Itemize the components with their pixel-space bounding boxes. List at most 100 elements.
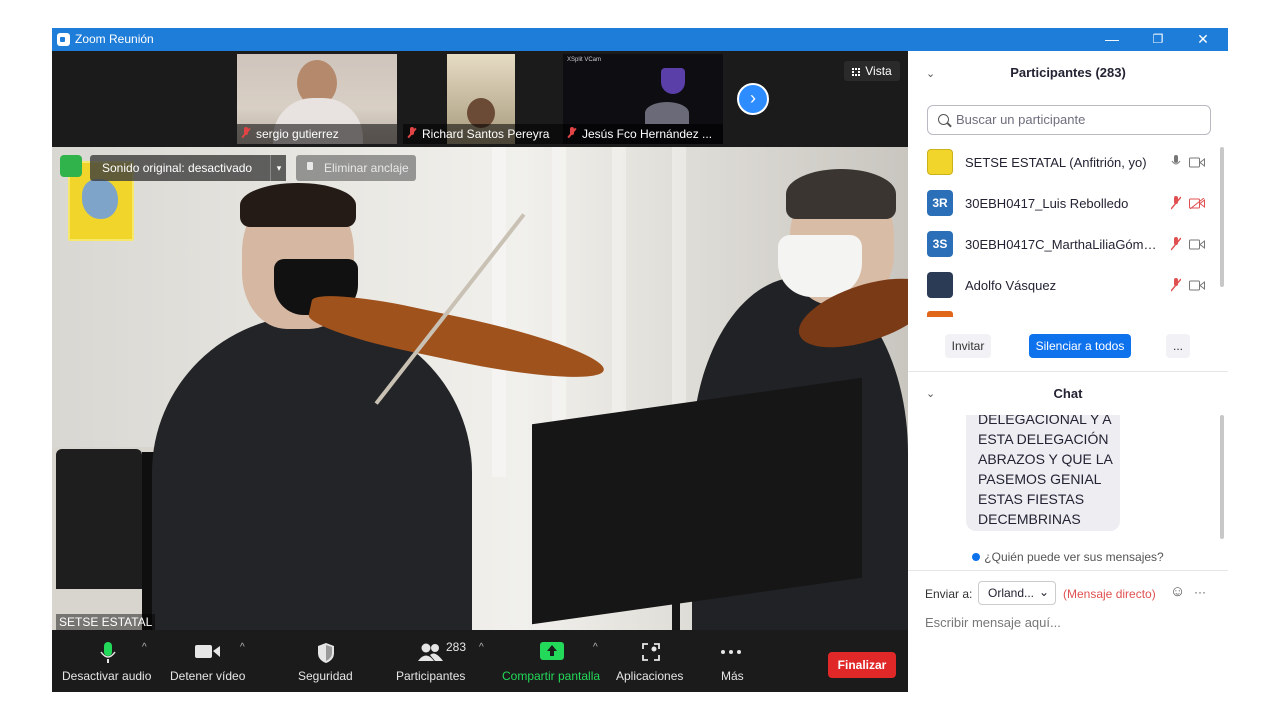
person-lock-icon [972, 553, 981, 561]
participant-thumbnail[interactable]: sergio gutierrez [237, 54, 397, 144]
video-camera-icon [195, 645, 220, 658]
xsplit-watermark: XSplit VCam [567, 57, 602, 63]
panel-divider [908, 371, 1228, 372]
shield-icon [318, 643, 334, 663]
apps-icon [642, 643, 660, 661]
view-button-label: Vista [865, 64, 892, 78]
participants-count: 283 [446, 640, 467, 654]
who-can-see-link[interactable]: ¿Quién puede ver sus mensajes? [908, 550, 1228, 564]
music-stand-post [672, 587, 680, 630]
unpin-label: Eliminar anclaje [324, 161, 409, 175]
encryption-shield-icon [60, 155, 82, 177]
avatar: 3R [927, 190, 953, 216]
share-screen-label: Compartir pantalla [502, 669, 601, 683]
thumbnail-name: Jesús Fco Hernández ... [582, 127, 713, 141]
thumbnail-name: sergio gutierrez [256, 127, 339, 141]
microphone-icon[interactable] [1171, 155, 1181, 169]
grid-icon [852, 68, 861, 76]
avatar [927, 272, 953, 298]
chat-scrollbar[interactable] [1220, 415, 1224, 539]
coffee-maker [56, 449, 142, 589]
participant-row[interactable]: SETSE ESTATAL (Anfitrión, yo) [927, 143, 1213, 183]
who-can-see-label: ¿Quién puede ver sus mensajes? [984, 550, 1164, 564]
search-icon [938, 114, 949, 125]
title-bar: Zoom Reunión — ❐ ✕ [52, 28, 1228, 51]
direct-message-label: (Mensaje directo) [1063, 587, 1156, 601]
chat-message-bubble: DELEGACIONAL Y A ESTA DELEGACIÓN ABRAZOS… [966, 415, 1120, 531]
original-sound-caret[interactable]: ▾ [270, 155, 287, 181]
zoom-app-icon [57, 33, 70, 46]
recipient-dropdown[interactable]: Orland... ⌄ [978, 581, 1056, 605]
video-camera-icon[interactable] [1189, 157, 1205, 168]
video-options-caret[interactable]: ^ [240, 642, 245, 653]
participants-label: Participantes [396, 669, 466, 683]
share-screen-icon [540, 642, 564, 660]
participant-row[interactable]: 3S 30EBH0417C_MarthaLiliaGómez... [927, 225, 1213, 265]
participant-thumbnail[interactable]: XSplit VCam Jesús Fco Hernández ... [563, 54, 723, 144]
restore-button[interactable]: ❐ [1135, 28, 1181, 51]
participant-row[interactable]: 3R 30EBH0417_Luis Rebolledo [927, 184, 1213, 224]
thumbnail-strip: sergio gutierrez Richard Santos Pereyra … [52, 51, 908, 147]
side-panel: ⌄ Participantes (283) Buscar un particip… [908, 51, 1228, 692]
original-sound-button[interactable]: Sonido original: desactivado [90, 155, 286, 181]
participant-thumbnail[interactable]: Richard Santos Pereyra [403, 54, 563, 144]
pin-icon [307, 162, 313, 170]
thumbnail-name-bar: sergio gutierrez [237, 124, 397, 144]
microphone-muted-icon[interactable] [1171, 196, 1181, 210]
view-button[interactable]: Vista [844, 61, 900, 81]
participants-options-caret[interactable]: ^ [479, 642, 484, 653]
participant-row[interactable]: Adolfo Vásquez [927, 266, 1213, 306]
participant-name: 30EBH0417C_MarthaLiliaGómez... [965, 237, 1161, 252]
audio-options-caret[interactable]: ^ [142, 642, 147, 653]
microphone-muted-icon[interactable] [1171, 278, 1181, 292]
video-camera-icon[interactable] [1189, 239, 1205, 250]
recipient-value: Orland... [988, 586, 1035, 600]
chat-more-icon[interactable]: ··· [1194, 585, 1206, 599]
curtain-fold [492, 147, 506, 477]
emoji-icon[interactable]: ☺ [1170, 583, 1185, 600]
mic-muted-icon [241, 127, 251, 139]
violinist-left-hair [240, 183, 356, 227]
unpin-button[interactable]: Eliminar anclaje [296, 155, 416, 181]
avatar: 3S [927, 231, 953, 257]
mic-muted-icon [407, 127, 417, 139]
meeting-stage: sergio gutierrez Richard Santos Pereyra … [52, 51, 908, 692]
invite-button[interactable]: Invitar [945, 334, 991, 358]
white-face-mask [778, 235, 862, 297]
video-off-icon[interactable] [1189, 198, 1205, 209]
zoom-window: Zoom Reunión — ❐ ✕ sergio gutierrez Rich… [52, 28, 1228, 692]
participant-name: Adolfo Vásquez [965, 278, 1057, 293]
end-meeting-button[interactable]: Finalizar [828, 652, 896, 678]
microphone-icon [100, 642, 116, 663]
next-page-button[interactable]: › [737, 83, 769, 115]
avatar [927, 149, 953, 175]
participants-scrollbar[interactable] [1220, 147, 1224, 287]
more-label: Más [721, 669, 744, 683]
thumbnail-name-bar: Richard Santos Pereyra [403, 124, 563, 144]
chevron-down-icon: ⌄ [1038, 585, 1049, 599]
video-camera-icon[interactable] [1189, 280, 1205, 291]
violinist-right-hair [786, 169, 896, 219]
search-placeholder: Buscar un participante [956, 112, 1086, 127]
window-title: Zoom Reunión [75, 32, 154, 46]
mute-all-button[interactable]: Silenciar a todos [1029, 334, 1131, 358]
meeting-toolbar: Desactivar audio ^ Detener vídeo ^ Segur… [52, 630, 908, 692]
minimize-button[interactable]: — [1089, 28, 1135, 51]
avatar [927, 311, 953, 317]
close-button[interactable]: ✕ [1180, 28, 1226, 51]
share-options-caret[interactable]: ^ [593, 642, 598, 653]
apps-label: Aplicaciones [616, 669, 684, 683]
participant-search-input[interactable]: Buscar un participante [927, 105, 1211, 135]
panel-divider [908, 570, 1228, 571]
stop-video-label: Detener vídeo [170, 669, 246, 683]
chat-message-input[interactable]: Escribir mensaje aquí... [925, 615, 1061, 630]
thumbnail-name-bar: Jesús Fco Hernández ... [563, 124, 723, 144]
microphone-muted-icon[interactable] [1171, 237, 1181, 251]
mic-muted-icon [567, 127, 577, 139]
send-to-label: Enviar a: [925, 587, 973, 601]
participant-name: 30EBH0417_Luis Rebolledo [965, 196, 1129, 211]
security-label: Seguridad [298, 669, 353, 683]
active-speaker-name: SETSE ESTATAL [56, 614, 156, 630]
mute-audio-label: Desactivar audio [62, 669, 152, 683]
participants-more-button[interactable]: ... [1166, 334, 1190, 358]
